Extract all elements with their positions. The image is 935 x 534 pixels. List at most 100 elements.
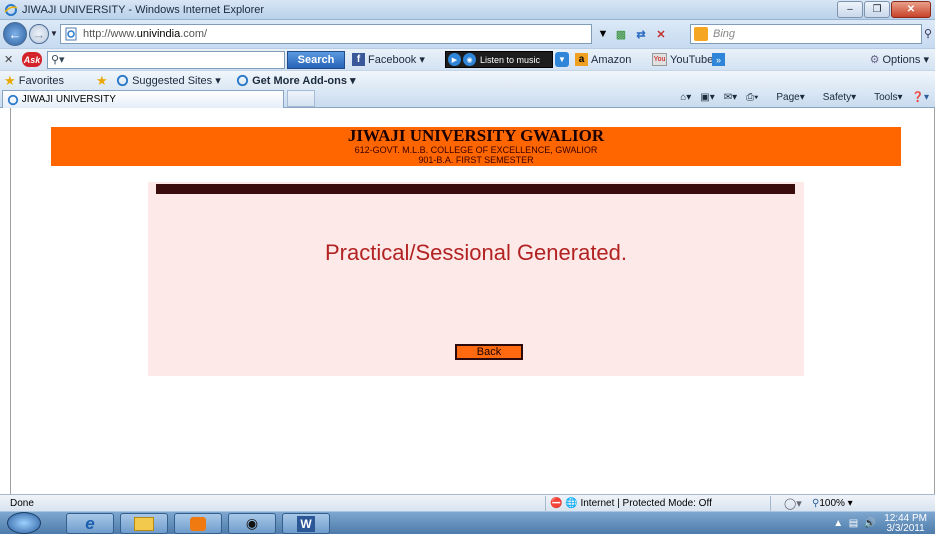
music-player[interactable]: ▶ ◉ Listen to music	[445, 51, 553, 68]
university-name: JIWAJI UNIVERSITY GWALIOR	[347, 126, 605, 145]
address-bar[interactable]: http://www.univindia.com/	[60, 24, 592, 44]
forward-nav-button[interactable]: →	[29, 24, 49, 44]
ask-search-input[interactable]: ⚲▾	[47, 51, 285, 69]
close-button[interactable]: ✕	[891, 1, 931, 18]
minimize-button[interactable]: –	[837, 1, 863, 18]
taskbar-media-button[interactable]	[174, 513, 222, 534]
college-name: 612-GOVT. M.L.B. COLLEGE OF EXCELLENCE, …	[354, 145, 598, 155]
amazon-button[interactable]: a Amazon	[575, 53, 631, 66]
bing-logo-icon	[694, 27, 708, 41]
compatibility-view-icon[interactable]: ▩	[612, 24, 630, 44]
home-icon[interactable]: ⌂▾	[680, 92, 691, 103]
clock[interactable]: 12:44 PM 3/3/2011	[884, 512, 927, 534]
back-nav-button[interactable]: ←	[3, 22, 27, 46]
folder-icon	[134, 516, 154, 531]
zone-label: Internet | Protected Mode: Off	[580, 498, 712, 509]
play-icon[interactable]: ▶	[448, 53, 461, 66]
result-panel: Practical/Sessional Generated. Back	[148, 182, 804, 376]
clock-date: 3/3/2011	[886, 522, 925, 534]
stop-icon[interactable]: ✕	[652, 24, 670, 44]
get-addons-button[interactable]: Get More Add-ons ▾	[236, 74, 356, 87]
taskbar-explorer-button[interactable]	[120, 513, 168, 534]
maximize-button[interactable]: ❐	[864, 1, 890, 18]
page-icon	[65, 27, 77, 41]
facebook-button[interactable]: f Facebook ▾	[352, 53, 425, 66]
address-row: ← → ▼ http://www.univindia.com/ ▼ ▩ ⇄ ✕ …	[0, 20, 935, 48]
minimize-icon: –	[847, 4, 853, 15]
security-zone[interactable]: ⛔ 🌐 Internet | Protected Mode: Off	[545, 496, 771, 511]
feeds-icon[interactable]: ▣▾	[700, 92, 714, 103]
close-icon: ✕	[906, 4, 916, 15]
gear-icon: ⚙	[869, 54, 880, 66]
zoom-level[interactable]: ⚲100% ▾	[812, 498, 853, 509]
youtube-button[interactable]: You YouTube	[652, 53, 713, 66]
network-icon[interactable]: ▤	[849, 518, 858, 529]
safety-menu[interactable]: Safety▾	[814, 92, 856, 103]
show-hidden-icons[interactable]: ▲	[833, 518, 843, 529]
ie-addons-icon	[236, 74, 249, 87]
more-button[interactable]: »	[712, 53, 725, 66]
favorites-button[interactable]: ★ Favorites	[4, 73, 64, 89]
favorites-bar: ★ Favorites ★ Suggested Sites ▾ Get More…	[0, 70, 935, 89]
volume-icon[interactable]: 🔊	[864, 518, 876, 529]
facebook-icon: f	[352, 53, 365, 66]
more-chevron-icon: »	[712, 53, 725, 66]
system-tray: ▲ ▤ 🔊 12:44 PM 3/3/2011	[795, 512, 935, 534]
blocked-icon: ⛔	[550, 498, 563, 509]
add-favorites-button[interactable]: ★	[96, 73, 108, 89]
tab-row: JIWAJI UNIVERSITY ⌂▾ ▣▾ ✉▾ ⎙▾ Page▾ Safe…	[0, 89, 935, 108]
tab-jiwaji-university[interactable]: JIWAJI UNIVERSITY	[2, 90, 284, 108]
music-label: Listen to music	[480, 54, 541, 65]
options-button[interactable]: ⚙ Options ▾	[870, 53, 929, 66]
help-icon[interactable]: ❓▾	[912, 92, 929, 103]
address-dropdown-icon[interactable]: ▼	[596, 24, 610, 44]
amazon-icon: a	[575, 53, 588, 66]
clock-time: 12:44 PM	[884, 512, 927, 524]
add-favorite-icon: ★	[96, 73, 108, 88]
taskbar-ie-button[interactable]: e	[66, 513, 114, 534]
tools-menu[interactable]: Tools▾	[865, 92, 902, 103]
favorites-star-icon: ★	[4, 73, 16, 88]
address-url[interactable]: http://www.univindia.com/	[83, 28, 207, 40]
taskbar-word-button[interactable]: W	[282, 513, 330, 534]
protected-mode-icon[interactable]: ◯▾	[784, 497, 802, 510]
music-dropdown-icon[interactable]: ▼	[555, 52, 569, 67]
close-toolbar-icon[interactable]: ✕	[4, 53, 13, 66]
page-menu[interactable]: Page▾	[767, 92, 804, 103]
youtube-icon: You	[652, 53, 667, 66]
volume-icon[interactable]: ◉	[463, 53, 476, 66]
status-text: Done	[10, 498, 34, 509]
panel-header-bar	[156, 184, 795, 194]
ie-page-icon	[116, 74, 129, 87]
taskbar-app-button[interactable]: ◉	[228, 513, 276, 534]
ask-logo[interactable]: Ask	[22, 52, 42, 67]
forward-arrow-icon: →	[32, 26, 46, 42]
media-player-icon	[190, 516, 206, 531]
refresh-icon[interactable]: ⇄	[632, 24, 650, 44]
ask-toolbar: ✕ Ask ⚲▾ Search f Facebook ▾ ▶ ◉ Listen …	[0, 48, 935, 70]
globe-icon: 🌐	[565, 498, 578, 509]
mail-icon[interactable]: ✉▾	[724, 92, 737, 103]
recent-pages-dropdown-icon[interactable]: ▼	[50, 29, 58, 38]
window-titlebar: JIWAJI UNIVERSITY - Windows Internet Exp…	[0, 0, 935, 20]
status-message: Practical/Sessional Generated.	[324, 240, 628, 265]
course-name: 901-B.A. FIRST SEMESTER	[418, 155, 534, 165]
maximize-icon: ❐	[872, 4, 882, 15]
status-bar: Done ⛔ 🌐 Internet | Protected Mode: Off …	[0, 494, 935, 511]
start-button[interactable]	[7, 512, 41, 534]
search-placeholder: Bing	[713, 28, 736, 40]
new-tab-button[interactable]	[287, 90, 315, 107]
taskbar: e ◉ W ▲ ▤ 🔊 12:44 PM 3/3/2011	[0, 511, 935, 534]
print-icon[interactable]: ⎙▾	[746, 92, 758, 103]
window-title: JIWAJI UNIVERSITY - Windows Internet Exp…	[22, 4, 265, 16]
back-button[interactable]: Back	[455, 344, 523, 360]
eye-icon: ◉	[245, 515, 259, 531]
search-icon[interactable]: ⚲	[924, 27, 932, 40]
tab-label: JIWAJI UNIVERSITY	[21, 94, 116, 105]
internet-explorer-icon	[4, 4, 18, 16]
ask-search-button[interactable]: Search	[287, 51, 345, 69]
search-box[interactable]: Bing	[690, 24, 922, 44]
suggested-sites-button[interactable]: Suggested Sites ▾	[116, 74, 221, 87]
back-arrow-icon: ←	[8, 26, 22, 42]
word-icon: W	[297, 515, 315, 532]
